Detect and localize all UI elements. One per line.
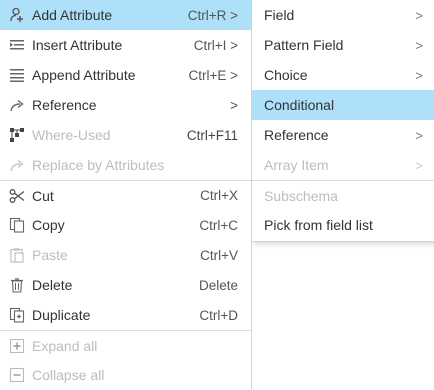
submenu-arrow: >	[230, 97, 238, 113]
menu-item-label: Choice	[264, 67, 308, 83]
menu-item-add-attribute[interactable]: Add Attribute Ctrl+R >	[0, 0, 251, 30]
menu-item-label: Where-Used	[32, 127, 111, 143]
menu-item-label: Reference	[264, 127, 329, 143]
menu-item-label: Duplicate	[32, 307, 91, 323]
submenu-item-choice[interactable]: Choice >	[252, 60, 434, 90]
submenu-item-pick-from-field-list[interactable]: Pick from field list	[252, 210, 434, 240]
submenu-item-pattern-field[interactable]: Pattern Field >	[252, 30, 434, 60]
shortcut-label: Ctrl+X	[200, 188, 238, 203]
paste-icon	[8, 246, 26, 264]
menu-item-delete[interactable]: Delete Delete	[0, 270, 251, 300]
submenu-arrow: >	[415, 37, 423, 53]
menu-item-label: Paste	[32, 247, 68, 263]
menu-item-label: Append Attribute	[32, 67, 136, 83]
menu-item-paste[interactable]: Paste Ctrl+V	[0, 240, 251, 270]
reference-arrow-icon	[8, 156, 26, 174]
menu-item-label: Pattern Field	[264, 37, 344, 53]
menu-item-label: Array Item	[264, 157, 329, 173]
shortcut-label: Ctrl+R >	[187, 7, 238, 23]
submenu-arrow: >	[415, 7, 423, 23]
shortcut-label: Delete	[198, 277, 238, 293]
submenu-item-subschema[interactable]: Subschema	[252, 180, 434, 210]
submenu-item-field[interactable]: Field >	[252, 0, 434, 30]
collapse-all-icon	[8, 366, 26, 384]
trash-icon	[8, 276, 26, 294]
submenu-arrow: >	[415, 157, 423, 173]
menu-item-insert-attribute[interactable]: Insert Attribute Ctrl+I >	[0, 30, 251, 60]
add-attribute-submenu: Field > Pattern Field > Choice > Conditi…	[252, 0, 434, 242]
submenu-arrow: >	[415, 67, 423, 83]
expand-all-icon	[8, 337, 26, 355]
scissors-icon	[8, 187, 26, 205]
shortcut-label: Ctrl+I >	[193, 37, 238, 53]
shortcut-label: Ctrl+C	[199, 217, 238, 233]
menu-item-label: Conditional	[264, 97, 335, 113]
menu-item-label: Reference	[32, 97, 97, 113]
menu-item-duplicate[interactable]: Duplicate Ctrl+D	[0, 300, 251, 330]
menu-item-collapse-all[interactable]: Collapse all	[0, 360, 251, 390]
menu-item-append-attribute[interactable]: Append Attribute Ctrl+E >	[0, 60, 251, 90]
menu-item-label: Collapse all	[32, 367, 105, 383]
submenu-item-conditional[interactable]: Conditional	[252, 90, 434, 120]
menu-item-replace-by-attributes[interactable]: Replace by Attributes	[0, 150, 251, 180]
menu-item-cut[interactable]: Cut Ctrl+X	[0, 180, 251, 210]
menu-item-label: Insert Attribute	[32, 37, 123, 53]
menu-item-label: Subschema	[264, 187, 338, 204]
submenu-arrow: >	[415, 127, 423, 143]
where-used-icon	[8, 126, 26, 144]
duplicate-icon	[8, 306, 26, 324]
context-menu: Add Attribute Ctrl+R > Insert Attribute …	[0, 0, 252, 389]
menu-item-label: Add Attribute	[32, 7, 113, 23]
menu-item-copy[interactable]: Copy Ctrl+C	[0, 210, 251, 240]
menu-item-label: Replace by Attributes	[32, 157, 165, 173]
menu-item-label: Field	[264, 7, 295, 23]
menu-item-label: Pick from field list	[264, 217, 373, 233]
append-attribute-icon	[8, 66, 26, 84]
insert-attribute-icon	[8, 36, 26, 54]
menu-item-where-used[interactable]: Where-Used Ctrl+F11	[0, 120, 251, 150]
menu-item-label: Cut	[32, 187, 54, 204]
shortcut-label: Ctrl+F11	[186, 127, 238, 143]
shortcut-label: Ctrl+E >	[188, 67, 238, 83]
submenu-item-array-item[interactable]: Array Item >	[252, 150, 434, 180]
reference-arrow-icon	[8, 96, 26, 114]
submenu-item-reference[interactable]: Reference >	[252, 120, 434, 150]
menu-item-reference[interactable]: Reference >	[0, 90, 251, 120]
copy-icon	[8, 216, 26, 234]
add-attribute-icon	[8, 6, 26, 24]
menu-item-label: Delete	[32, 277, 73, 293]
shortcut-label: Ctrl+V	[200, 247, 238, 263]
menu-item-expand-all[interactable]: Expand all	[0, 330, 251, 360]
menu-item-label: Copy	[32, 217, 65, 233]
menu-item-label: Expand all	[32, 337, 98, 354]
shortcut-label: Ctrl+D	[199, 307, 238, 323]
